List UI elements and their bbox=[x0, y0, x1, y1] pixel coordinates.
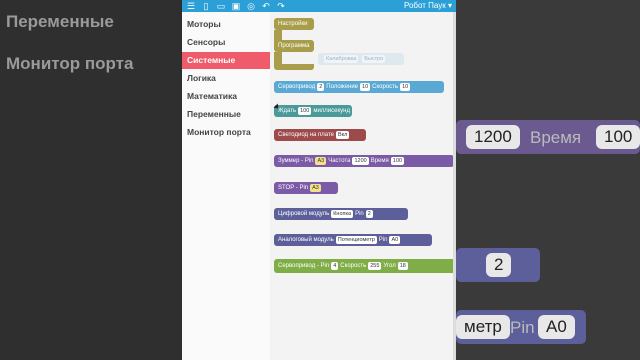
digital-module-block[interactable]: Цифровой модуль Кнопка Pin 2 bbox=[274, 208, 408, 220]
pin-field[interactable]: A3 bbox=[315, 157, 327, 165]
block-label: Сервопривод - Pin bbox=[278, 263, 330, 269]
calibration-field[interactable]: Калибровка bbox=[324, 55, 359, 63]
wait-block[interactable]: Ждать 100 миллисекунд bbox=[274, 105, 352, 117]
block-label: Зуммер - Pin bbox=[278, 158, 314, 164]
background-label: Время bbox=[530, 128, 582, 147]
block-label: STOP - Pin bbox=[278, 185, 309, 191]
background-left-panel: Переменные Монитор порта bbox=[0, 0, 182, 360]
pin-field[interactable]: A3 bbox=[310, 184, 321, 192]
camera-icon[interactable]: ◎ bbox=[245, 1, 257, 11]
block-label: миллисекунд bbox=[313, 108, 350, 114]
sidebar-item-system[interactable]: Системные bbox=[182, 52, 270, 69]
pin-field[interactable]: 2 bbox=[365, 210, 373, 218]
pin-field[interactable]: 4 bbox=[331, 262, 339, 270]
block-label: Программа bbox=[278, 43, 310, 49]
position-dropdown[interactable]: 10 bbox=[360, 83, 371, 91]
undo-icon[interactable]: ↶ bbox=[260, 1, 272, 11]
buzzer-block[interactable]: Зуммер - Pin A3 Частота 1200 Время 100 bbox=[274, 155, 454, 167]
app-window: ☰ ▯ ▭ ▣ ◎ ↶ ↷ Робот Паук ▾ Моторы Сенсор… bbox=[182, 0, 456, 360]
block-label: Скорость bbox=[372, 84, 399, 90]
program-block[interactable]: Программа bbox=[274, 40, 314, 52]
program-block-arm bbox=[274, 52, 282, 64]
module-dropdown[interactable]: Потенциометр bbox=[335, 236, 377, 244]
sidebar-item-math[interactable]: Математика bbox=[182, 88, 270, 105]
angle-field[interactable]: 18 bbox=[397, 262, 408, 270]
pin-dropdown[interactable]: A0 bbox=[389, 236, 401, 244]
open-file-icon[interactable]: ▭ bbox=[215, 1, 227, 11]
speed-field[interactable]: 255 bbox=[368, 262, 382, 270]
wait-value-field[interactable]: 100 bbox=[298, 107, 312, 115]
settings-block[interactable]: Настройки bbox=[274, 18, 314, 30]
speed-dropdown[interactable]: 10 bbox=[400, 83, 411, 91]
background-right-panel: 1200 Время 100 2 метр Pin A0 bbox=[456, 0, 640, 360]
background-field: метр bbox=[456, 315, 510, 339]
menu-icon[interactable]: ☰ bbox=[185, 1, 197, 11]
module-dropdown[interactable]: Кнопка bbox=[331, 210, 354, 218]
stop-block[interactable]: STOP - Pin A3 bbox=[274, 182, 338, 194]
block-label: Положение bbox=[326, 84, 359, 90]
block-label: Настройки bbox=[278, 21, 308, 27]
block-label: Pin bbox=[355, 211, 364, 217]
led-state-dropdown[interactable]: Вкл bbox=[336, 131, 350, 139]
block-label: Pin bbox=[378, 237, 388, 243]
sidebar-item-sensors[interactable]: Сенсоры bbox=[182, 34, 270, 51]
pin-dropdown[interactable]: 2 bbox=[317, 83, 325, 91]
sidebar-item-serial-monitor[interactable]: Монитор порта bbox=[182, 124, 270, 141]
background-field: 100 bbox=[596, 125, 640, 149]
toolbar: ☰ ▯ ▭ ▣ ◎ ↶ ↷ Робот Паук ▾ bbox=[182, 0, 456, 12]
background-category: Монитор порта bbox=[6, 54, 134, 73]
background-category: Переменные bbox=[6, 12, 114, 31]
servo-position-block[interactable]: Сервопривод 2 Положение 10 Скорость 10 bbox=[274, 81, 444, 93]
sidebar-item-logic[interactable]: Логика bbox=[182, 70, 270, 87]
scrollbar[interactable] bbox=[453, 12, 456, 360]
block-label: Ждать bbox=[278, 108, 297, 114]
background-field: 2 bbox=[486, 253, 512, 277]
block-label: Время bbox=[370, 158, 389, 164]
block-label: Цифровой модуль bbox=[278, 211, 330, 217]
duration-field[interactable]: 100 bbox=[390, 157, 404, 165]
calibration-block[interactable]: Калибровка Быстро bbox=[318, 53, 404, 65]
block-flyout: Настройки Программа Калибровка Быстро Се… bbox=[270, 12, 456, 360]
background-field: A0 bbox=[538, 315, 575, 339]
block-label: Аналоговый модуль bbox=[278, 237, 334, 243]
frequency-field[interactable]: 1200 bbox=[352, 157, 369, 165]
sidebar-item-variables[interactable]: Переменные bbox=[182, 106, 270, 123]
servo-angle-block[interactable]: Сервопривод - Pin 4 Скорость 255 Угол 18 bbox=[274, 259, 456, 273]
sidebar-item-motors[interactable]: Моторы bbox=[182, 16, 270, 33]
new-file-icon[interactable]: ▯ bbox=[200, 1, 212, 11]
save-icon[interactable]: ▣ bbox=[230, 1, 242, 11]
onboard-led-block[interactable]: Светодиод на плате Вкл bbox=[274, 129, 366, 141]
program-block-foot bbox=[274, 64, 314, 70]
block-label: Частота bbox=[328, 158, 351, 164]
analog-module-block[interactable]: Аналоговый модуль Потенциометр Pin A0 bbox=[274, 234, 432, 246]
block-label: Сервопривод bbox=[278, 84, 316, 90]
robot-selector[interactable]: Робот Паук ▾ bbox=[404, 0, 452, 12]
block-label: Скорость bbox=[340, 263, 367, 269]
redo-icon[interactable]: ↷ bbox=[275, 1, 287, 11]
background-field: 1200 bbox=[466, 125, 520, 149]
background-label: Pin bbox=[510, 318, 535, 337]
speed-dropdown[interactable]: Быстро bbox=[362, 55, 386, 63]
block-label: Светодиод на плате bbox=[278, 132, 334, 138]
category-sidebar: Моторы Сенсоры Системные Логика Математи… bbox=[182, 12, 270, 360]
block-label: Угол bbox=[383, 263, 396, 269]
